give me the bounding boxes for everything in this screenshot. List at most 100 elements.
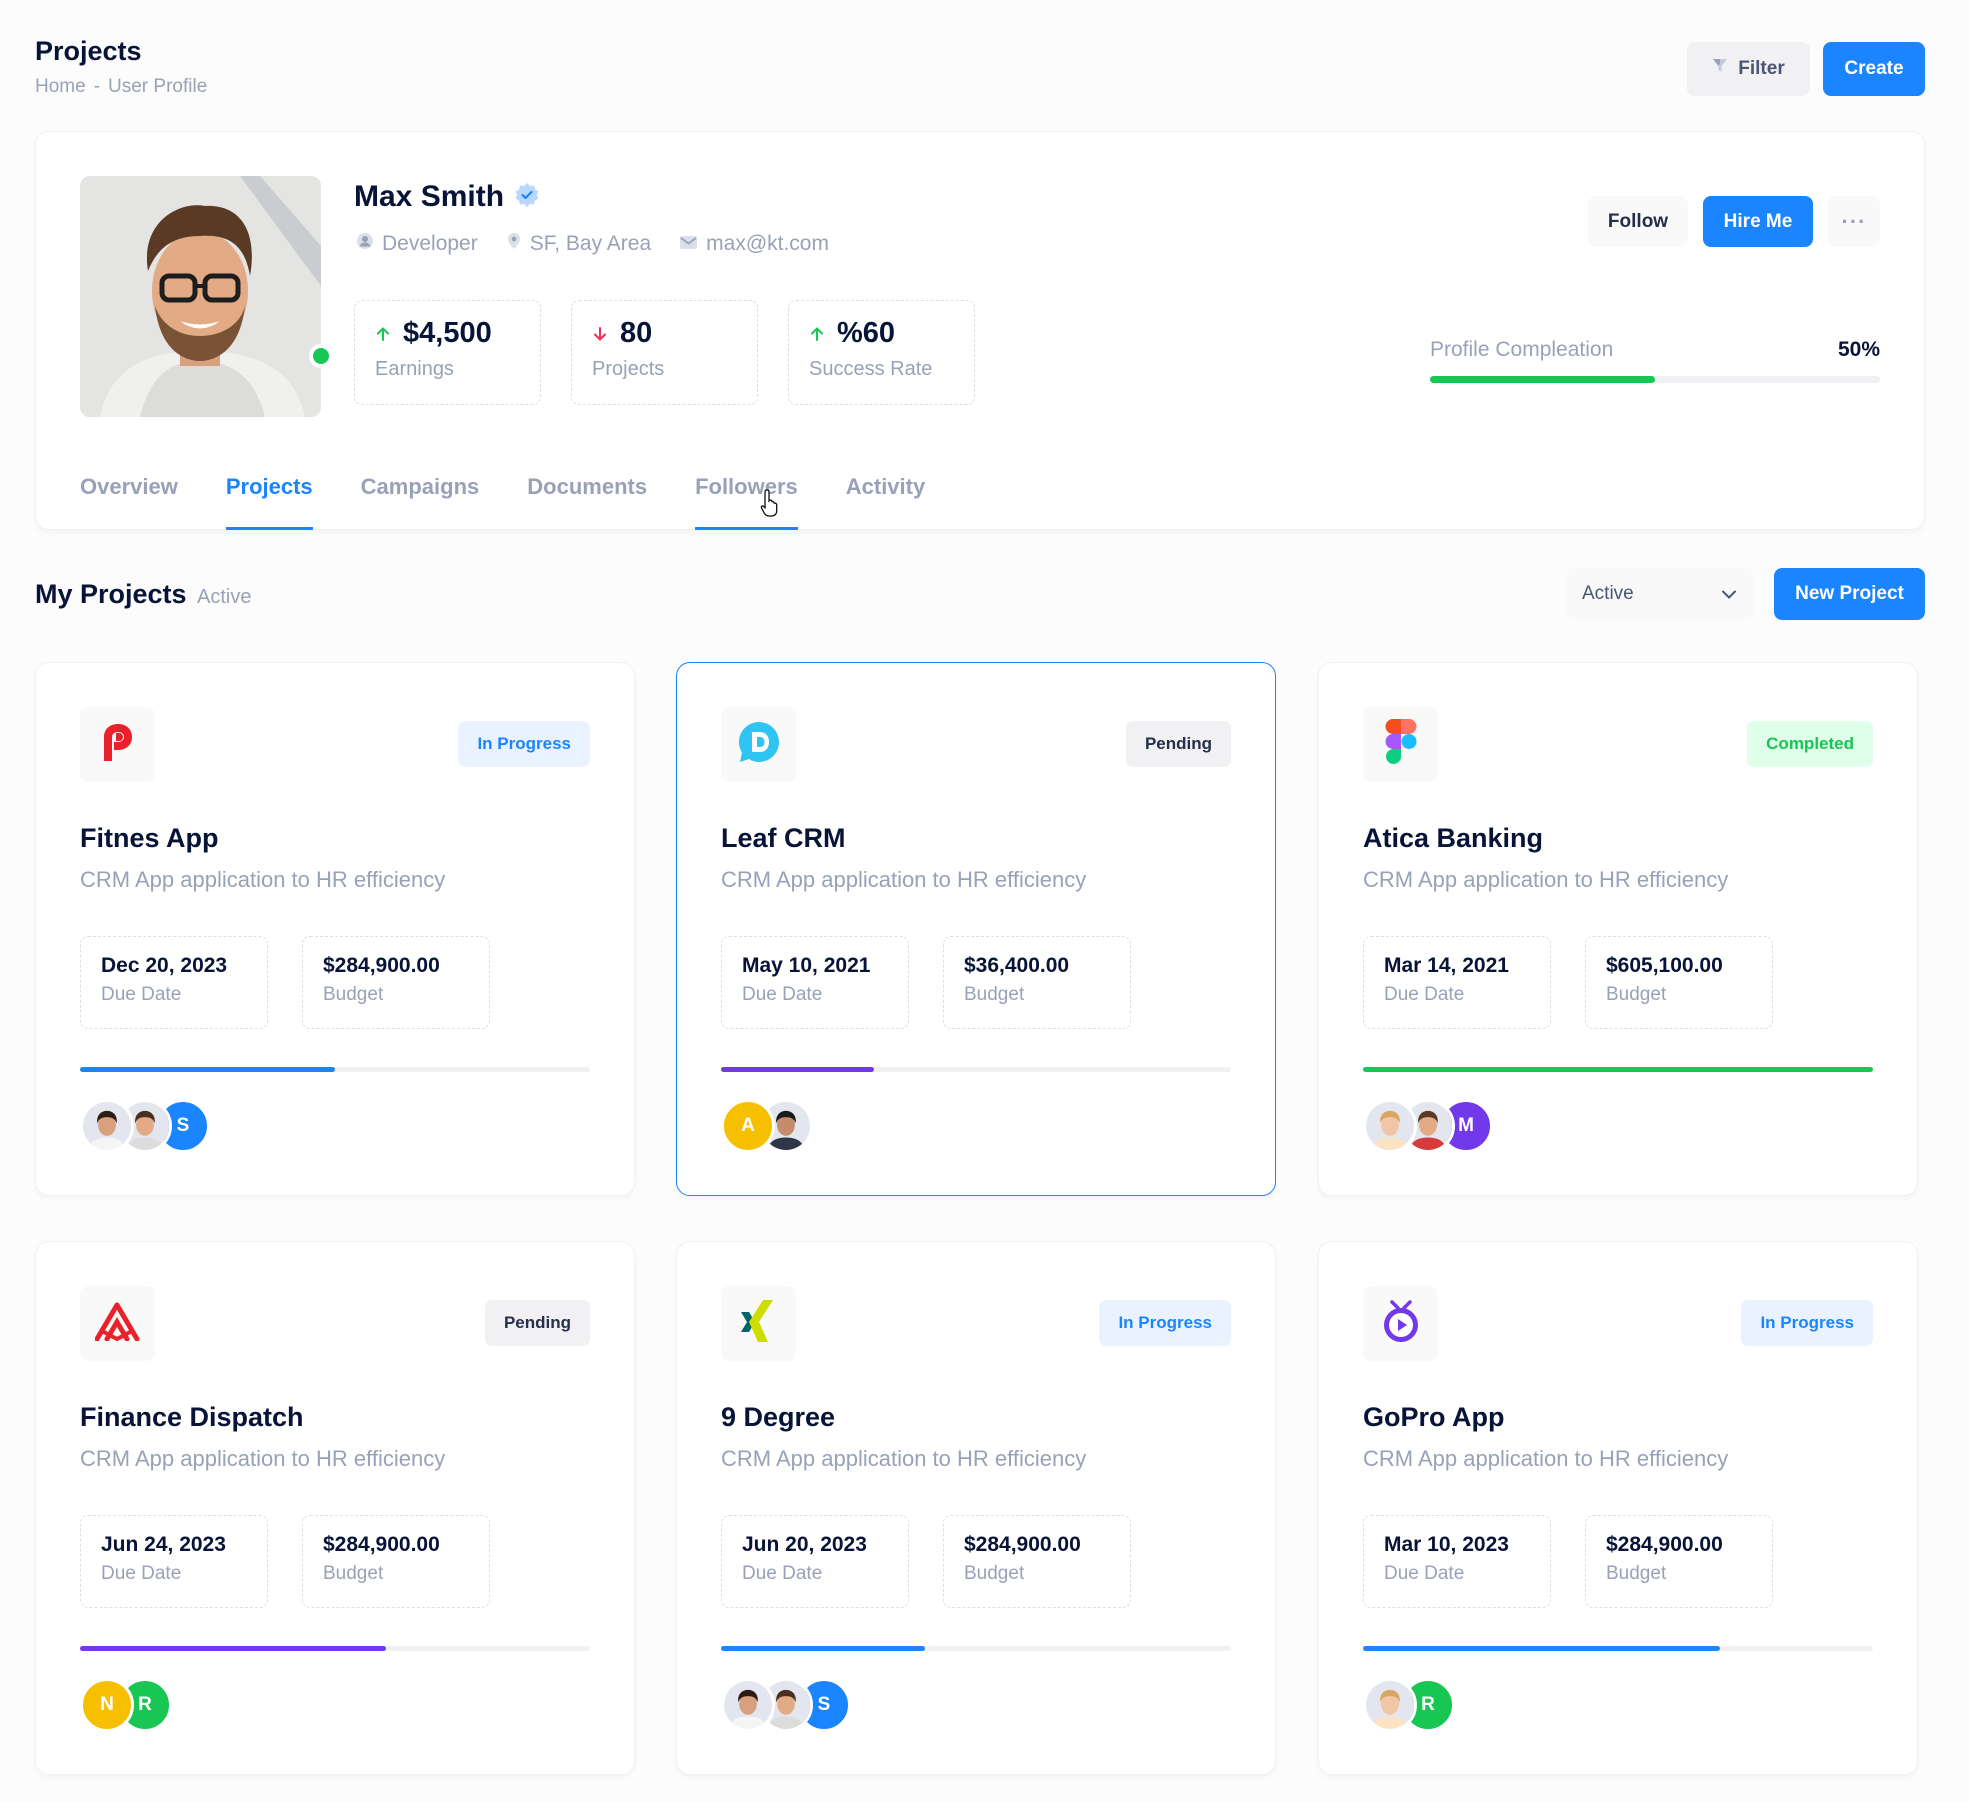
projects-section-header: My Projects Active Active New Project <box>35 568 1925 624</box>
arrow-up-icon <box>809 317 825 350</box>
team-member-avatar[interactable] <box>1363 1678 1417 1732</box>
sketch-lines-logo-icon <box>94 1301 141 1346</box>
project-card[interactable]: In Progress 9 Degree CRM App application t… <box>676 1241 1276 1775</box>
budget-value: $284,900.00 <box>323 954 440 977</box>
create-button[interactable]: Create <box>1823 42 1925 96</box>
project-card[interactable]: Pending Leaf CRM CRM App application to HR… <box>676 662 1276 1196</box>
filter-icon <box>1712 58 1728 80</box>
breadcrumb-home[interactable]: Home <box>35 76 86 97</box>
profile-location-label: SF, Bay Area <box>529 232 652 255</box>
team-member-initial[interactable]: A <box>721 1099 775 1153</box>
project-logo <box>1363 707 1438 782</box>
project-info: Mar 10, 2023 Due Date $284,900.00 Budget <box>1363 1515 1773 1608</box>
due-date-value: May 10, 2021 <box>742 954 871 977</box>
budget-value: $284,900.00 <box>1606 1533 1723 1556</box>
project-card[interactable]: In Progress Fitnes App CRM App application… <box>35 662 635 1196</box>
completion-track <box>1430 376 1880 383</box>
status-badge: Completed <box>1747 721 1873 767</box>
team-member-initial[interactable]: N <box>80 1678 134 1732</box>
project-logo <box>721 707 796 782</box>
profile-stats: $4,500 Earnings 80 Projects %60 Success … <box>354 300 975 405</box>
budget-value: $284,900.00 <box>323 1533 440 1556</box>
filter-button[interactable]: Filter <box>1687 42 1810 96</box>
budget-label: Budget <box>964 1563 1025 1584</box>
profile-card: Max Smith Developer SF, Bay Area max@kt.… <box>35 131 1925 530</box>
team-member-avatar[interactable] <box>721 1678 775 1732</box>
project-description: CRM App application to HR efficiency <box>80 1446 446 1471</box>
project-description: CRM App application to HR efficiency <box>721 867 1087 892</box>
p-logo-icon <box>100 721 136 768</box>
tab-documents[interactable]: Documents <box>527 472 647 530</box>
budget-box: $36,400.00 Budget <box>943 936 1131 1029</box>
envelope-icon <box>679 232 698 256</box>
progress-track <box>721 1646 1231 1651</box>
project-info: Dec 20, 2023 Due Date $284,900.00 Budget <box>80 936 490 1029</box>
project-title[interactable]: Fitnes App <box>80 823 219 854</box>
project-card[interactable]: In Progress GoPro App CRM App application … <box>1318 1241 1918 1775</box>
project-title[interactable]: 9 Degree <box>721 1402 835 1433</box>
tab-overview[interactable]: Overview <box>80 472 178 530</box>
project-title[interactable]: Leaf CRM <box>721 823 846 854</box>
avatar <box>80 176 321 417</box>
project-card[interactable]: Pending Finance Dispatch CRM App applicati… <box>35 1241 635 1775</box>
profile-actions: Follow Hire Me ··· <box>1588 196 1880 247</box>
more-options-button[interactable]: ··· <box>1828 196 1880 247</box>
due-date-label: Due Date <box>742 1563 823 1584</box>
team-member-avatar[interactable] <box>1363 1099 1417 1153</box>
status-badge: In Progress <box>458 721 590 767</box>
project-title[interactable]: GoPro App <box>1363 1402 1505 1433</box>
completion-bar-fill <box>1430 376 1655 383</box>
status-badge: Pending <box>484 1300 590 1346</box>
team-avatars: R <box>1363 1678 1455 1732</box>
budget-value: $605,100.00 <box>1606 954 1723 977</box>
due-date-label: Due Date <box>742 984 823 1005</box>
completion-value: 50% <box>1837 338 1880 361</box>
project-card[interactable]: Completed Atica Banking CRM App applicatio… <box>1318 662 1918 1196</box>
due-date-box: May 10, 2021 Due Date <box>721 936 909 1029</box>
due-date-value: Mar 10, 2023 <box>1384 1533 1509 1556</box>
new-project-button[interactable]: New Project <box>1774 568 1925 620</box>
tab-projects[interactable]: Projects <box>225 472 313 530</box>
budget-box: $284,900.00 Budget <box>302 1515 490 1608</box>
xing-logo-icon <box>739 1298 779 1349</box>
page: Projects Home - User Profile Filter Create <box>0 0 1969 1802</box>
team-avatars: S <box>721 1678 851 1732</box>
due-date-label: Due Date <box>101 1563 182 1584</box>
breadcrumb-separator: - <box>93 76 101 97</box>
team-member-avatar[interactable] <box>80 1099 134 1153</box>
budget-label: Budget <box>1606 1563 1667 1584</box>
profile-email[interactable]: max@kt.com <box>679 232 829 256</box>
profile-role-label: Developer <box>382 232 478 255</box>
hire-me-button[interactable]: Hire Me <box>1703 196 1813 247</box>
tab-activity[interactable]: Activity <box>846 472 925 530</box>
budget-label: Budget <box>964 984 1025 1005</box>
location-pin-icon <box>506 232 522 256</box>
due-date-value: Mar 14, 2021 <box>1384 954 1509 977</box>
tab-campaigns[interactable]: Campaigns <box>361 472 480 530</box>
project-info: Jun 20, 2023 Due Date $284,900.00 Budget <box>721 1515 1131 1608</box>
project-title[interactable]: Finance Dispatch <box>80 1402 304 1433</box>
status-select[interactable]: Active <box>1566 568 1754 620</box>
profile-name[interactable]: Max Smith <box>354 180 504 214</box>
progress-track <box>721 1067 1231 1072</box>
progress-track <box>80 1067 590 1072</box>
mouse-pointer-icon <box>760 488 784 523</box>
team-avatars: NR <box>80 1678 172 1732</box>
progress-bar-fill <box>1363 1646 1720 1651</box>
project-info: Mar 14, 2021 Due Date $605,100.00 Budget <box>1363 936 1773 1029</box>
project-title[interactable]: Atica Banking <box>1363 823 1543 854</box>
stat-label: Earnings <box>375 358 454 380</box>
stat-value: %60 <box>837 317 896 349</box>
stat-label: Success Rate <box>809 358 933 380</box>
profile-role[interactable]: Developer <box>356 232 478 256</box>
profile-location[interactable]: SF, Bay Area <box>506 232 651 256</box>
project-logo <box>1363 1286 1438 1361</box>
follow-button[interactable]: Follow <box>1588 196 1688 247</box>
budget-value: $36,400.00 <box>964 954 1070 977</box>
breadcrumb-current: User Profile <box>108 76 208 97</box>
due-date-box: Mar 10, 2023 Due Date <box>1363 1515 1551 1608</box>
due-date-value: Jun 24, 2023 <box>101 1533 226 1556</box>
project-description: CRM App application to HR efficiency <box>1363 1446 1729 1471</box>
stat-success-rate: %60 Success Rate <box>788 300 975 405</box>
completion-label: Profile Compleation <box>1430 338 1614 361</box>
